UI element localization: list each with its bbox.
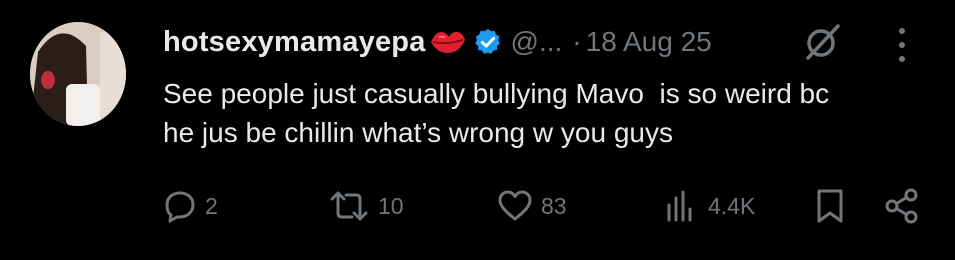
separator-dot: · — [572, 26, 582, 57]
bookmark-button[interactable] — [814, 186, 846, 226]
avatar-photo — [30, 22, 126, 126]
handle[interactable]: @... — [511, 26, 563, 58]
timestamp[interactable]: 18 Aug 25 — [586, 26, 712, 58]
grok-icon[interactable] — [800, 20, 844, 64]
lips-kiss-icon — [430, 31, 465, 53]
share-button[interactable] — [884, 186, 920, 226]
verified-badge-icon[interactable] — [473, 27, 503, 57]
reply-count: 2 — [205, 192, 218, 219]
views-count: 4.4K — [708, 192, 756, 219]
repost-button[interactable]: 10 — [328, 186, 404, 226]
tweet[interactable]: hotsexymamayepa @... · 18 Aug 25 See peo… — [0, 0, 955, 260]
heart-icon — [498, 190, 532, 221]
repost-icon — [330, 191, 368, 221]
avatar[interactable] — [30, 22, 126, 126]
share-icon — [885, 188, 918, 224]
more-options-icon[interactable] — [894, 25, 910, 65]
views-button[interactable]: 4.4K — [664, 186, 755, 226]
repost-count: 10 — [378, 192, 404, 219]
like-count: 83 — [541, 192, 567, 219]
like-button[interactable]: 83 — [497, 186, 567, 226]
tweet-text: See people just casually bullying Mavo i… — [163, 78, 830, 148]
bookmark-icon — [817, 189, 843, 223]
display-name[interactable]: hotsexymamayepa — [163, 26, 426, 59]
tweet-header: hotsexymamayepa @... · 18 Aug 25 — [163, 22, 712, 62]
reply-button[interactable]: 2 — [163, 186, 218, 226]
reply-icon — [165, 191, 195, 223]
views-chart-icon — [667, 190, 692, 222]
